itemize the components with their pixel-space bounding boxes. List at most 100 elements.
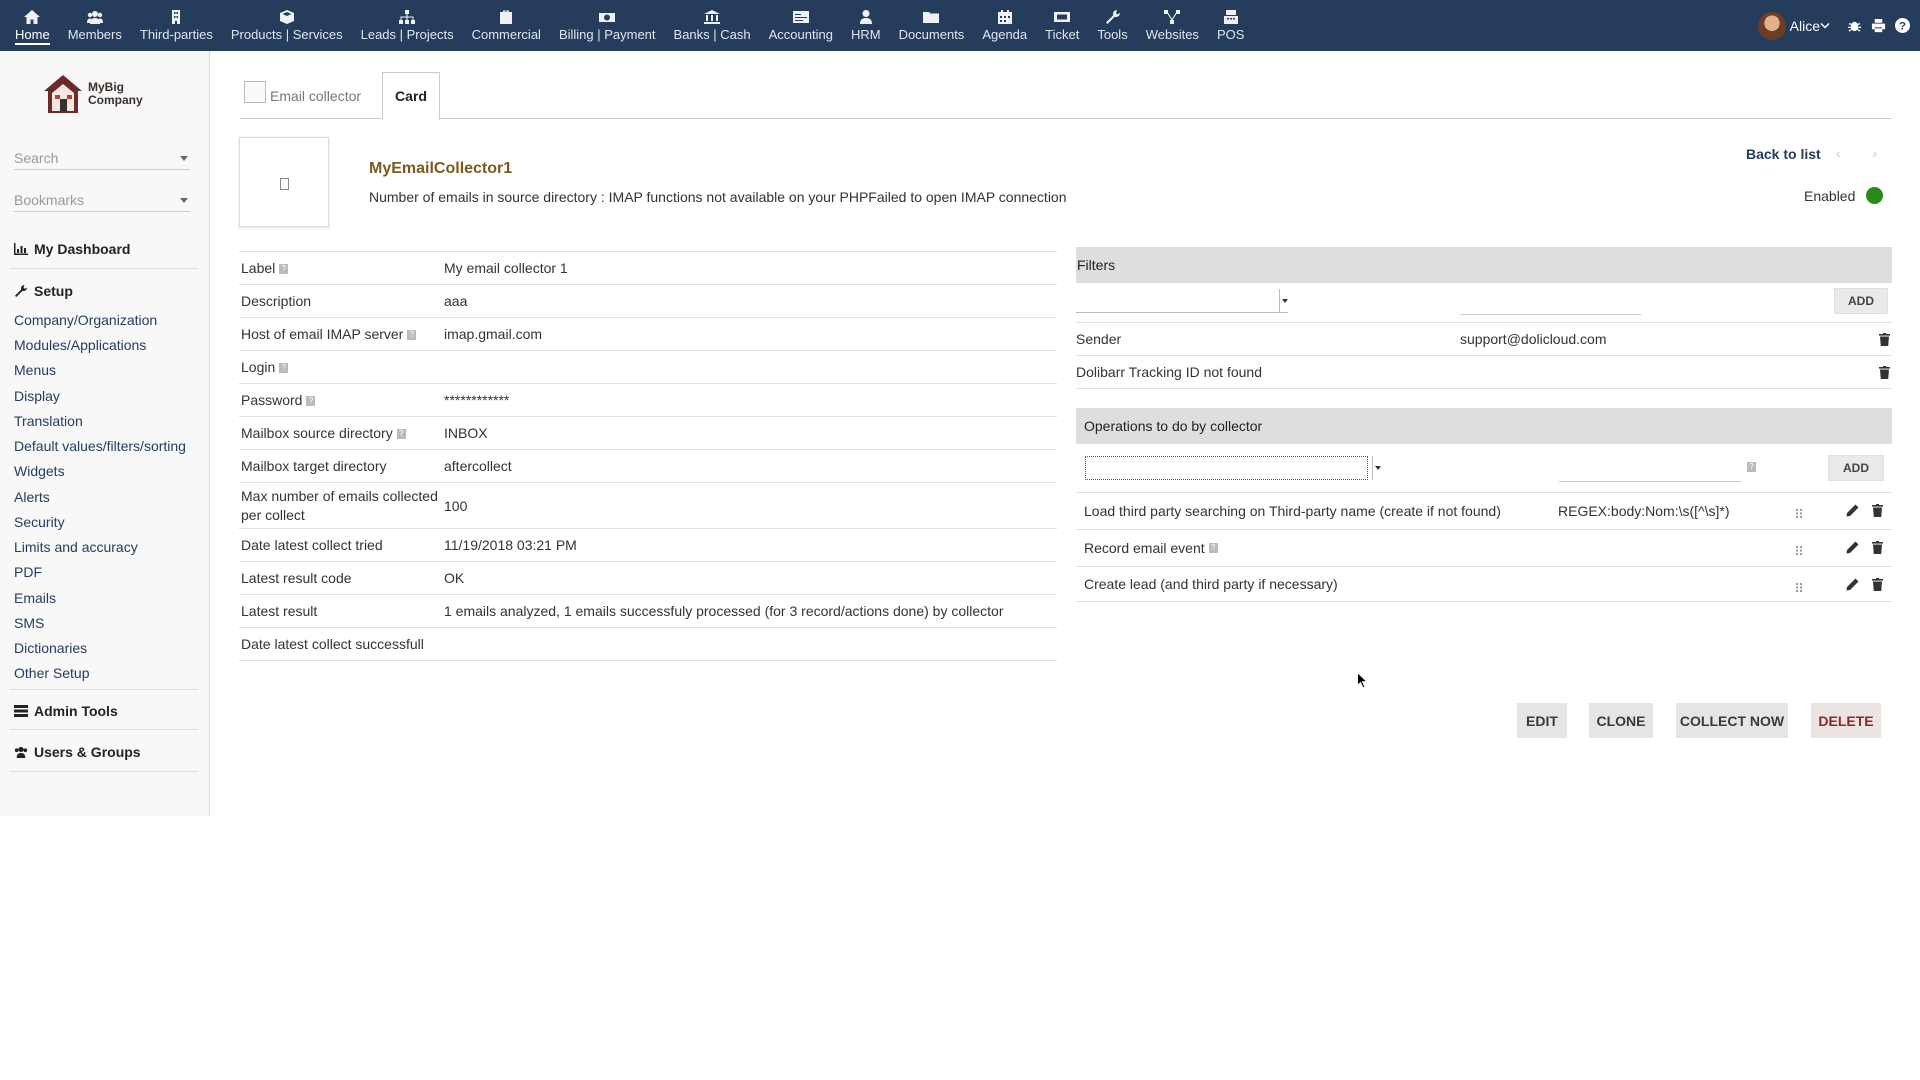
operation-type-select[interactable] — [1085, 456, 1368, 480]
sidebar-item-alerts[interactable]: Alerts — [14, 489, 50, 505]
sidebar-item-security[interactable]: Security — [14, 514, 65, 530]
help-icon[interactable]: ? — [1894, 18, 1910, 34]
printer-icon[interactable] — [1870, 18, 1886, 34]
chevron-down-icon[interactable] — [1820, 18, 1830, 34]
edit-pencil-icon[interactable] — [1846, 541, 1859, 554]
help-icon[interactable]: ? — [306, 395, 316, 406]
list-icon — [14, 705, 28, 717]
menu-products-services[interactable]: Products | Services — [222, 0, 352, 51]
avatar[interactable] — [1757, 11, 1786, 40]
back-to-list-link[interactable]: Back to list — [1746, 146, 1821, 162]
menu-agenda[interactable]: Agenda — [973, 0, 1036, 51]
chevron-down-icon[interactable] — [1372, 456, 1381, 480]
user-name[interactable]: Alice — [1790, 18, 1820, 34]
sidebar-item-widgets[interactable]: Widgets — [14, 463, 65, 479]
delete-button[interactable]: DELETE — [1811, 703, 1881, 738]
sidebar-item-dictionaries[interactable]: Dictionaries — [14, 640, 87, 656]
help-icon[interactable]: ? — [407, 329, 417, 340]
menu-hrm[interactable]: HRM — [842, 0, 890, 51]
tab-bar: Email collector Card — [240, 72, 1892, 120]
menu-third-parties[interactable]: Third-parties — [131, 0, 222, 51]
sidebar-item-limits[interactable]: Limits and accuracy — [14, 539, 138, 555]
menu-pos[interactable]: POS — [1208, 0, 1253, 51]
field-label: Mailbox source directory? — [239, 424, 444, 443]
menu-label: HRM — [850, 27, 881, 42]
edit-pencil-icon[interactable] — [1846, 504, 1859, 517]
ticket-icon — [1054, 10, 1071, 24]
company-logo[interactable]: MyBig Company — [42, 73, 143, 115]
sidebar-item-default-values[interactable]: Default values/filters/sorting — [14, 438, 186, 454]
table-row: Max number of emails collected per colle… — [239, 483, 1057, 529]
prev-next-arrows[interactable]: ‹ › — [1836, 145, 1891, 161]
sidebar-item-company[interactable]: Company/Organization — [14, 312, 157, 328]
menu-leads-projects[interactable]: Leads | Projects — [352, 0, 463, 51]
sidebar-item-dashboard[interactable]: My Dashboard — [14, 241, 130, 257]
sidebar-item-users-groups[interactable]: Users & Groups — [14, 744, 141, 760]
menu-commercial[interactable]: Commercial — [463, 0, 550, 51]
edit-button[interactable]: EDIT — [1517, 703, 1567, 738]
drag-handle-icon[interactable] — [1795, 505, 1805, 518]
add-operation-button[interactable]: ADD — [1828, 455, 1884, 481]
sidebar-item-modules[interactable]: Modules/Applications — [14, 337, 146, 353]
main-menu: Home Members Third-parties Products | Se… — [0, 0, 1253, 51]
filter-value-input[interactable] — [1460, 291, 1641, 315]
sidebar-item-admin-tools[interactable]: Admin Tools — [14, 703, 118, 719]
menu-label: Third-parties — [139, 27, 213, 42]
operation-param-input[interactable] — [1559, 458, 1741, 482]
building-icon — [168, 10, 184, 24]
delete-operation-icon[interactable] — [1872, 541, 1883, 554]
delete-filter-icon[interactable] — [1879, 366, 1890, 379]
field-value: INBOX — [444, 425, 488, 441]
sidebar-dashboard-label: My Dashboard — [34, 241, 131, 257]
field-label-text: Password — [241, 391, 303, 408]
field-label: Label? — [239, 259, 444, 278]
help-icon[interactable]: ? — [1747, 462, 1756, 472]
menu-websites[interactable]: Websites — [1137, 0, 1208, 51]
search-select[interactable]: Search — [14, 150, 190, 170]
delete-operation-icon[interactable] — [1872, 578, 1883, 591]
menu-home[interactable]: Home — [6, 0, 59, 51]
sidebar-item-menus[interactable]: Menus — [14, 362, 56, 378]
help-icon[interactable]: ? — [1208, 543, 1218, 553]
collect-now-button[interactable]: COLLECT NOW — [1676, 703, 1788, 738]
menu-documents[interactable]: Documents — [890, 0, 974, 51]
help-icon[interactable]: ? — [279, 362, 289, 373]
menu-accounting[interactable]: Accounting — [760, 0, 842, 51]
tab-email-collector[interactable]: Email collector — [244, 72, 361, 119]
field-value: aaa — [444, 293, 468, 309]
sidebar-item-display[interactable]: Display — [14, 388, 60, 404]
filter-value: support@dolicloud.com — [1460, 331, 1607, 347]
menu-tools[interactable]: Tools — [1088, 0, 1136, 51]
field-label: Date latest collect tried — [241, 536, 383, 553]
help-icon[interactable]: ? — [279, 263, 289, 274]
bookmarks-select[interactable]: Bookmarks — [14, 192, 190, 212]
drag-handle-icon[interactable] — [1795, 542, 1805, 555]
clone-button[interactable]: CLONE — [1589, 703, 1653, 738]
help-icon[interactable]: ? — [396, 428, 406, 439]
menu-ticket[interactable]: Ticket — [1036, 0, 1088, 51]
tab-card[interactable]: Card — [382, 72, 440, 120]
sidebar-item-setup[interactable]: Setup — [14, 283, 73, 299]
menu-members[interactable]: Members — [59, 0, 131, 51]
bug-icon[interactable] — [1846, 18, 1862, 34]
user-area: Alice ? — [1757, 0, 1920, 51]
delete-operation-icon[interactable] — [1872, 504, 1883, 517]
menu-label: Accounting — [768, 27, 833, 42]
chevron-down-icon[interactable] — [1279, 289, 1288, 313]
menu-label: POS — [1216, 27, 1245, 42]
edit-pencil-icon[interactable] — [1846, 578, 1859, 591]
sidebar-item-other-setup[interactable]: Other Setup — [14, 665, 90, 681]
filter-row: Dolibarr Tracking ID not found — [1076, 356, 1892, 389]
filter-type-select[interactable] — [1076, 289, 1288, 313]
menu-billing-payment[interactable]: Billing | Payment — [550, 0, 665, 51]
sidebar-item-pdf[interactable]: PDF — [14, 564, 42, 580]
sidebar-item-sms[interactable]: SMS — [14, 615, 44, 631]
divider — [10, 689, 198, 690]
sidebar-item-emails[interactable]: Emails — [14, 590, 56, 606]
sidebar-item-translation[interactable]: Translation — [14, 413, 83, 429]
delete-filter-icon[interactable] — [1879, 333, 1890, 346]
menu-banks-cash[interactable]: Banks | Cash — [665, 0, 760, 51]
drag-handle-icon[interactable] — [1795, 579, 1805, 592]
operations-header: Operations to do by collector — [1076, 408, 1892, 444]
add-filter-button[interactable]: ADD — [1834, 288, 1888, 314]
